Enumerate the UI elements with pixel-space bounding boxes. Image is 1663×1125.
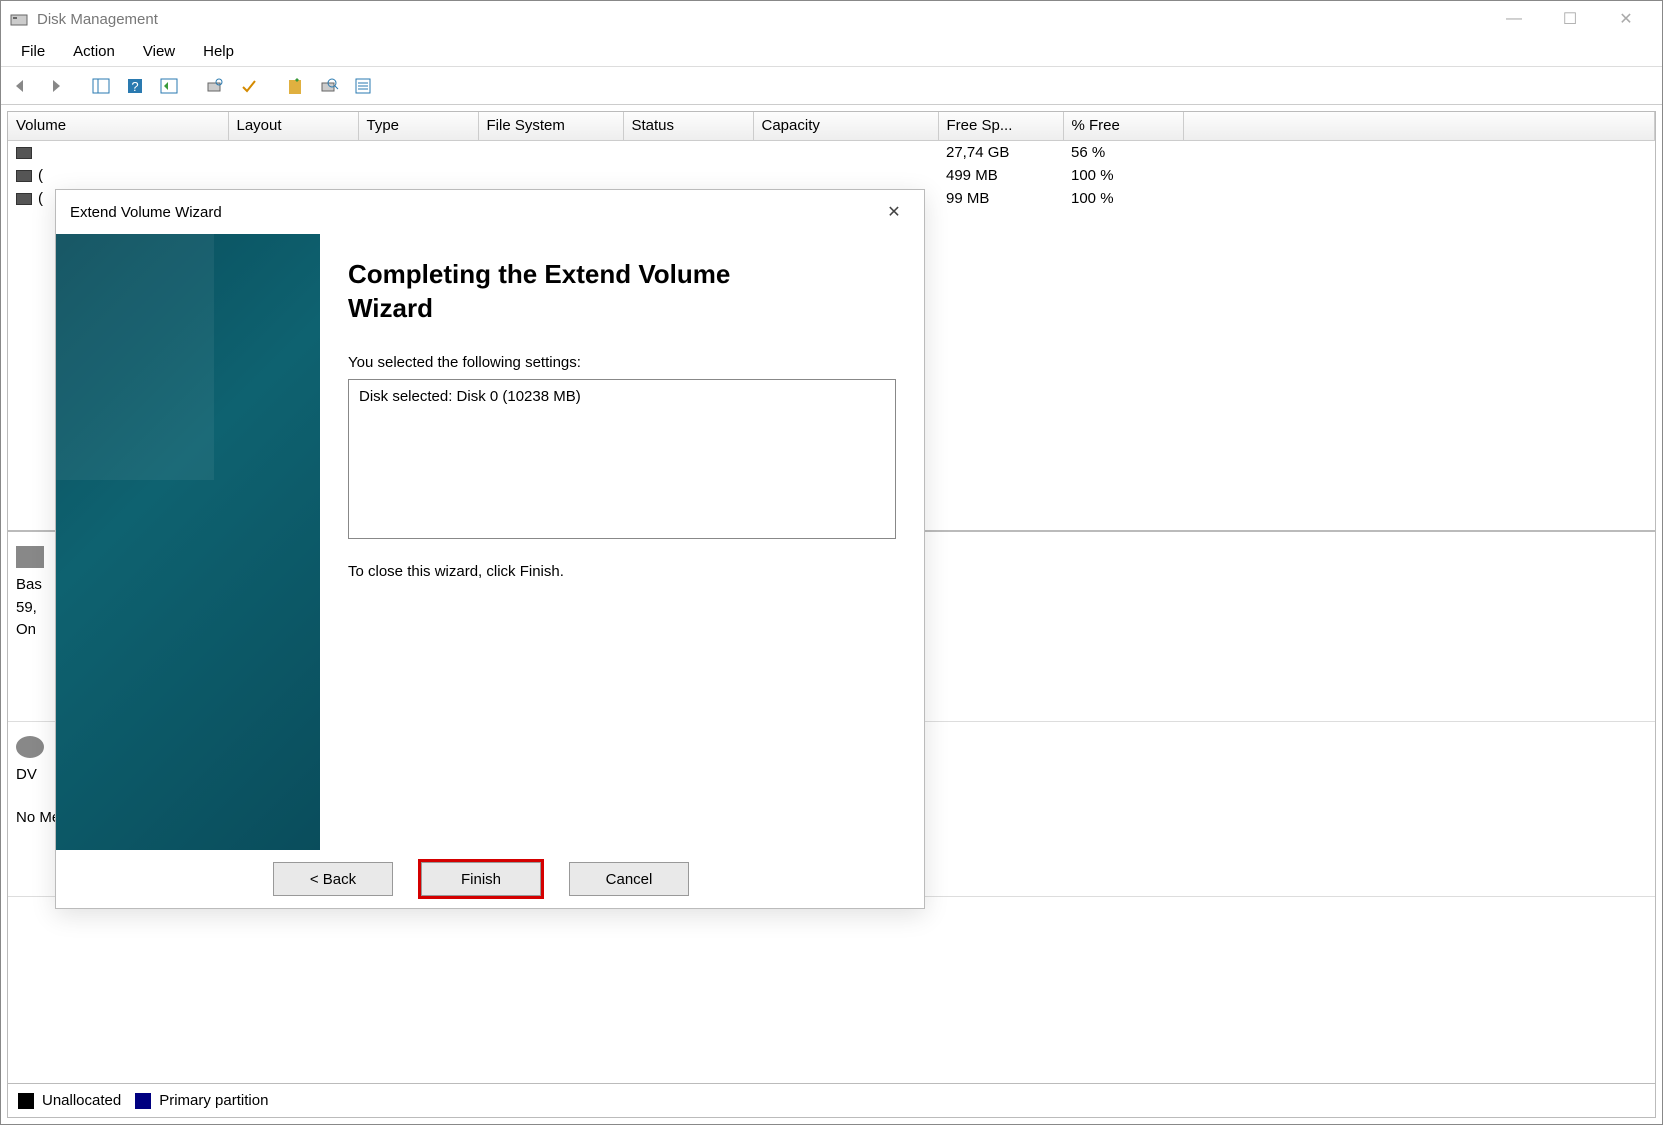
wizard-selected-value: Disk selected: Disk 0 (10238 MB): [359, 388, 885, 405]
table-row[interactable]: ( 499 MB 100 %: [8, 164, 1655, 187]
wizard-heading: Completing the Extend Volume Wizard: [348, 258, 808, 326]
new-icon[interactable]: [281, 72, 309, 100]
menubar: File Action View Help: [1, 37, 1662, 67]
help-icon[interactable]: ?: [121, 72, 149, 100]
cell-pct: 100 %: [1063, 187, 1183, 210]
cell-pct: 56 %: [1063, 140, 1183, 164]
wizard-sidebar-graphic: [56, 234, 320, 850]
close-button[interactable]: ✕: [1598, 3, 1654, 35]
volume-icon: [16, 170, 32, 182]
col-type[interactable]: Type: [358, 112, 478, 140]
back-button[interactable]: < Back: [273, 862, 393, 896]
cell-volume: (: [38, 167, 43, 184]
wizard-close-button[interactable]: ✕: [878, 196, 910, 228]
menu-view[interactable]: View: [129, 39, 189, 64]
back-icon[interactable]: [7, 72, 35, 100]
col-capacity[interactable]: Capacity: [753, 112, 938, 140]
properties-icon[interactable]: [315, 72, 343, 100]
finish-button[interactable]: Finish: [421, 862, 541, 896]
col-pct-free[interactable]: % Free: [1063, 112, 1183, 140]
wizard-title: Extend Volume Wizard: [70, 204, 222, 221]
table-header-row: Volume Layout Type File System Status Ca…: [8, 112, 1655, 140]
col-volume[interactable]: Volume: [8, 112, 228, 140]
maximize-button[interactable]: ☐: [1542, 3, 1598, 35]
wizard-settings-box: Disk selected: Disk 0 (10238 MB): [348, 379, 896, 539]
refresh-icon[interactable]: [201, 72, 229, 100]
show-hide-console-tree-icon[interactable]: [87, 72, 115, 100]
toolbar: ?: [1, 67, 1662, 105]
minimize-button[interactable]: —: [1486, 3, 1542, 35]
extend-volume-wizard: Extend Volume Wizard ✕ Completing the Ex…: [55, 189, 925, 909]
menu-help[interactable]: Help: [189, 39, 248, 64]
list-icon[interactable]: [349, 72, 377, 100]
cell-free: 99 MB: [938, 187, 1063, 210]
wizard-main: Completing the Extend Volume Wizard You …: [320, 234, 924, 850]
forward-icon[interactable]: [41, 72, 69, 100]
cell-free: 499 MB: [938, 164, 1063, 187]
wizard-buttons: < Back Finish Cancel: [56, 850, 924, 908]
col-layout[interactable]: Layout: [228, 112, 358, 140]
legend-label-primary: Primary partition: [159, 1092, 268, 1109]
wizard-selected-label: You selected the following settings:: [348, 354, 896, 371]
separator: [269, 72, 275, 100]
legend: Unallocated Primary partition: [7, 1084, 1656, 1118]
table-row[interactable]: 27,74 GB 56 %: [8, 140, 1655, 164]
cell-free: 27,74 GB: [938, 140, 1063, 164]
legend-swatch-unallocated: [18, 1093, 34, 1109]
svg-text:?: ?: [131, 79, 138, 94]
separator: [75, 72, 81, 100]
window-controls: — ☐ ✕: [1486, 3, 1654, 35]
legend-swatch-primary: [135, 1093, 151, 1109]
app-icon: [9, 9, 29, 29]
apply-icon[interactable]: [235, 72, 263, 100]
window-title: Disk Management: [37, 11, 158, 28]
separator: [189, 72, 195, 100]
disk-management-window: Disk Management — ☐ ✕ File Action View H…: [0, 0, 1663, 1125]
disk-icon: [16, 546, 44, 568]
col-spacer: [1183, 112, 1655, 140]
action-list-icon[interactable]: [155, 72, 183, 100]
cancel-button[interactable]: Cancel: [569, 862, 689, 896]
cell-pct: 100 %: [1063, 164, 1183, 187]
col-free-space[interactable]: Free Sp...: [938, 112, 1063, 140]
legend-label-unallocated: Unallocated: [42, 1092, 121, 1109]
menu-action[interactable]: Action: [59, 39, 129, 64]
wizard-titlebar: Extend Volume Wizard ✕: [56, 190, 924, 234]
cdrom-icon: [16, 736, 44, 758]
menu-file[interactable]: File: [7, 39, 59, 64]
titlebar: Disk Management — ☐ ✕: [1, 1, 1662, 37]
volume-icon: [16, 193, 32, 205]
col-filesystem[interactable]: File System: [478, 112, 623, 140]
wizard-body: Completing the Extend Volume Wizard You …: [56, 234, 924, 850]
col-status[interactable]: Status: [623, 112, 753, 140]
wizard-hint: To close this wizard, click Finish.: [348, 563, 896, 580]
cell-volume: (: [38, 190, 43, 207]
volume-icon: [16, 147, 32, 159]
